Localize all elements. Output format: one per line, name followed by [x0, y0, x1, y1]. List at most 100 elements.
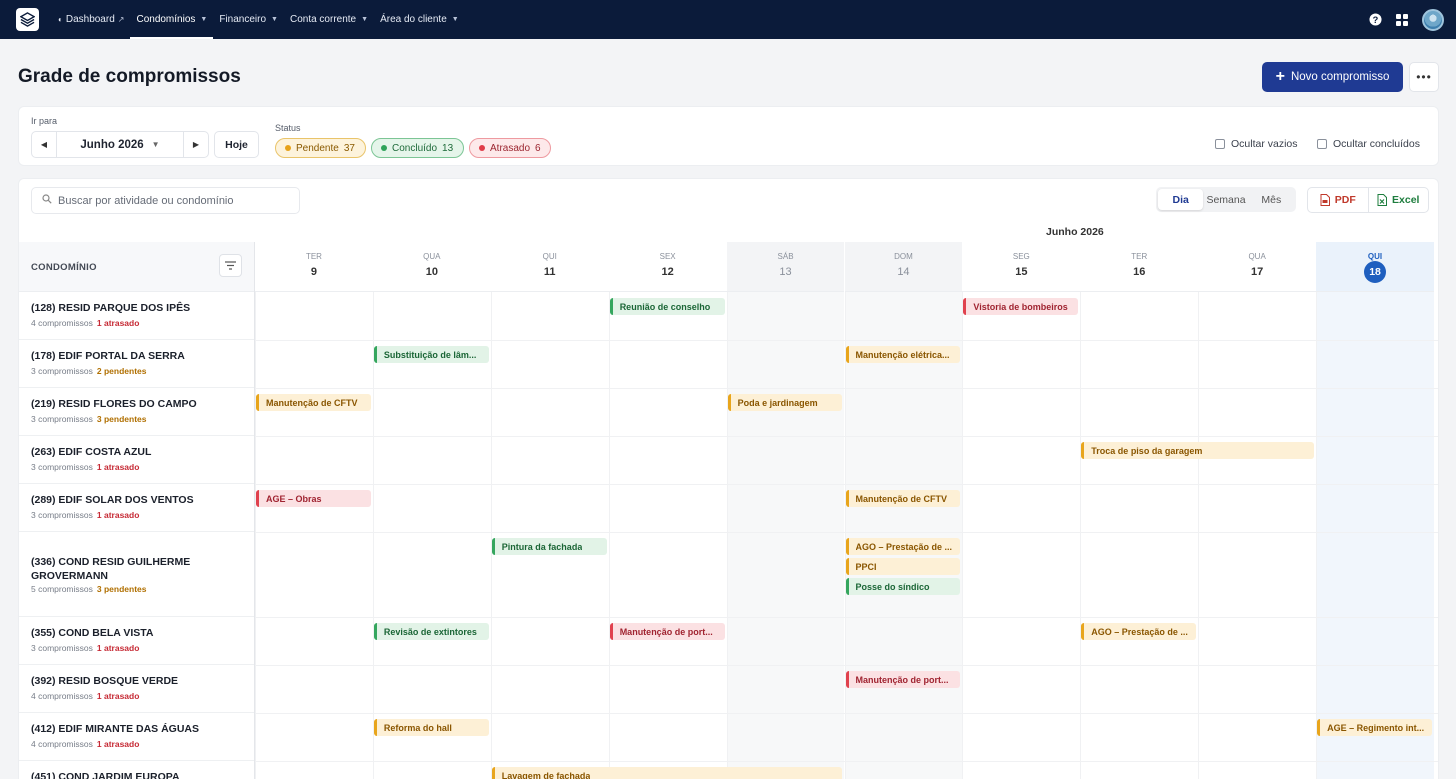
- appointment-event[interactable]: Troca de piso da garagem: [1081, 442, 1315, 459]
- condo-row[interactable]: (451) COND JARDIM EUROPA: [19, 761, 255, 779]
- condo-name: (128) RESID PARQUE DOS IPÊS: [31, 302, 191, 314]
- appointment-event[interactable]: Manutenção de port...: [845, 671, 961, 688]
- nav-financeiro[interactable]: Financeiro ▼: [213, 0, 284, 39]
- condo-summary: 3 compromissos 2 pendentes: [31, 366, 147, 376]
- svg-text:?: ?: [1373, 15, 1379, 25]
- appointment-event[interactable]: Manutenção de CFTV: [256, 394, 371, 411]
- day-header[interactable]: SEG 15: [962, 242, 1081, 292]
- condo-name: (451) COND JARDIM EUROPA: [31, 771, 180, 779]
- day-column: [962, 292, 1080, 779]
- appointment-event[interactable]: Substituição de lâm...: [373, 346, 489, 363]
- condo-row[interactable]: (289) EDIF SOLAR DOS VENTOS 3 compromisso…: [19, 484, 255, 532]
- day-of-week: QUA: [423, 252, 441, 261]
- day-header[interactable]: QUA 17: [1198, 242, 1317, 292]
- event-label: Lavagem de fachada: [501, 770, 591, 779]
- export-pdf-button[interactable]: PDF: [1308, 188, 1368, 212]
- day-of-week: QUI: [1367, 252, 1383, 261]
- left-column-divider: [254, 242, 255, 779]
- appointment-event[interactable]: Manutenção elétrica...: [845, 346, 961, 363]
- condo-row[interactable]: (219) RESID FLORES DO CAMPO 3 compromisso…: [19, 388, 255, 436]
- day-number: 15: [1015, 266, 1028, 278]
- event-label: AGE – Regimento int...: [1327, 722, 1425, 733]
- status-chip-atrasado[interactable]: Atrasado 6: [469, 138, 551, 158]
- appointment-event[interactable]: AGE – Regimento int...: [1317, 719, 1432, 736]
- appointment-event[interactable]: Manutenção de CFTV: [845, 490, 961, 507]
- appointment-event[interactable]: Reforma do hall: [373, 719, 489, 736]
- chevron-down-icon: ▼: [361, 16, 369, 23]
- day-of-week: DOM: [894, 252, 913, 261]
- appointment-event[interactable]: Manutenção de port...: [609, 623, 725, 640]
- day-number: 13: [779, 266, 792, 278]
- status-count: 3 pendentes: [96, 414, 147, 424]
- condo-row[interactable]: (263) EDIF COSTA AZUL 3 compromissos 1 atr…: [19, 436, 255, 484]
- condo-summary: 4 compromissos 1 atrasado: [31, 318, 139, 328]
- appointment-event[interactable]: Poda e jardinagem: [727, 394, 843, 411]
- appointment-event[interactable]: AGO – Prestação de ...: [1081, 623, 1197, 640]
- day-header[interactable]: QUA 10: [372, 242, 491, 292]
- nav-condominios[interactable]: Condomínios ▼: [130, 0, 214, 39]
- status-count: 2 pendentes: [96, 366, 147, 376]
- status-count: 1 atrasado: [96, 691, 140, 701]
- day-header[interactable]: TER 9: [255, 242, 373, 292]
- more-options-button[interactable]: •••: [1409, 62, 1439, 92]
- event-label: Manutenção de port...: [619, 626, 713, 637]
- appointment-event[interactable]: AGE – Obras: [256, 490, 371, 507]
- day-header[interactable]: SÁB 13: [726, 242, 845, 292]
- day-header[interactable]: DOM 14: [844, 242, 963, 292]
- export-excel-button[interactable]: Excel: [1367, 188, 1429, 212]
- appointment-event[interactable]: Reunião de conselho: [609, 298, 725, 315]
- day-number: 10: [425, 266, 438, 278]
- apps-grid-icon[interactable]: [1396, 13, 1408, 26]
- day-header[interactable]: SEX 12: [608, 242, 727, 292]
- appointment-count: 3 compromissos: [31, 366, 93, 376]
- today-button[interactable]: Hoje: [214, 131, 259, 158]
- event-label: Manutenção de port...: [855, 674, 949, 685]
- view-week-tab[interactable]: Semana: [1203, 189, 1248, 210]
- checkbox-box: [1215, 139, 1225, 149]
- condo-row[interactable]: (412) EDIF MIRANTE DAS ÁGUAS 4 compromiss…: [19, 713, 255, 761]
- condo-row[interactable]: (128) RESID PARQUE DOS IPÊS 4 compromisso…: [19, 292, 255, 340]
- day-of-week: QUA: [1248, 252, 1266, 261]
- nav-conta-corrente[interactable]: Conta corrente ▼: [284, 0, 374, 39]
- status-chip-pendente[interactable]: Pendente 37: [275, 138, 366, 158]
- month-select[interactable]: Junho 2026 ▼: [56, 132, 184, 157]
- day-header[interactable]: TER 16: [1080, 242, 1199, 292]
- condo-row[interactable]: (355) COND BELA VISTA 3 compromissos 1 atr…: [19, 617, 255, 665]
- schedule-grid-card: Buscar por atividade ou condomínio Dia S…: [18, 178, 1439, 779]
- hide-done-checkbox[interactable]: Ocultar concluídos: [1317, 138, 1420, 150]
- next-month-button[interactable]: ▶: [184, 132, 208, 157]
- appointment-event[interactable]: Pintura da fachada: [491, 538, 607, 555]
- day-number: 11: [543, 266, 556, 278]
- condo-row[interactable]: (178) EDIF PORTAL DA SERRA 3 compromissos…: [19, 340, 255, 388]
- app-logo[interactable]: [16, 8, 39, 31]
- view-day-tab[interactable]: Dia: [1158, 189, 1204, 210]
- day-of-week: SEG: [1012, 252, 1030, 261]
- condo-row[interactable]: (392) RESID BOSQUE VERDE 4 compromissos 1 …: [19, 665, 255, 713]
- day-header[interactable]: QUI 11: [490, 242, 609, 292]
- event-label: Reforma do hall: [383, 722, 452, 733]
- appointment-count: 4 compromissos: [31, 318, 93, 328]
- appointment-count: 3 compromissos: [31, 510, 93, 520]
- view-month-tab[interactable]: Mês: [1249, 189, 1294, 210]
- appointment-event[interactable]: Posse do síndico: [845, 578, 961, 595]
- nav-area-cliente[interactable]: Área do cliente ▼: [374, 0, 465, 39]
- appointment-event[interactable]: Lavagem de fachada: [491, 767, 843, 779]
- day-column: [1316, 292, 1434, 779]
- appointment-event[interactable]: AGO – Prestação de ...: [845, 538, 961, 555]
- day-header[interactable]: QUI 18: [1316, 242, 1434, 292]
- appointment-event[interactable]: Vistoria de bombeiros: [963, 298, 1079, 315]
- help-icon[interactable]: ?: [1369, 13, 1382, 26]
- appointment-event[interactable]: Revisão de extintores: [373, 623, 489, 640]
- view-switcher: Dia Semana Mês: [1156, 187, 1296, 212]
- hide-empty-checkbox[interactable]: Ocultar vazios: [1215, 138, 1298, 150]
- event-label: Troca de piso da garagem: [1091, 445, 1203, 456]
- prev-month-button[interactable]: ◀: [32, 132, 56, 157]
- status-chip-concluido[interactable]: Concluído 13: [371, 138, 464, 158]
- user-avatar[interactable]: [1422, 8, 1444, 31]
- condo-summary: 3 compromissos 1 atrasado: [31, 462, 139, 472]
- appointment-event[interactable]: PPCI: [845, 558, 961, 575]
- condo-name: (412) EDIF MIRANTE DAS ÁGUAS: [31, 723, 200, 735]
- condo-row[interactable]: (336) COND RESID GUILHERME GROVERMANN 5 c…: [19, 532, 255, 617]
- new-appointment-button[interactable]: + Novo compromisso: [1262, 62, 1403, 92]
- nav-dashboard[interactable]: ◐ Dashboard ↗: [52, 0, 130, 39]
